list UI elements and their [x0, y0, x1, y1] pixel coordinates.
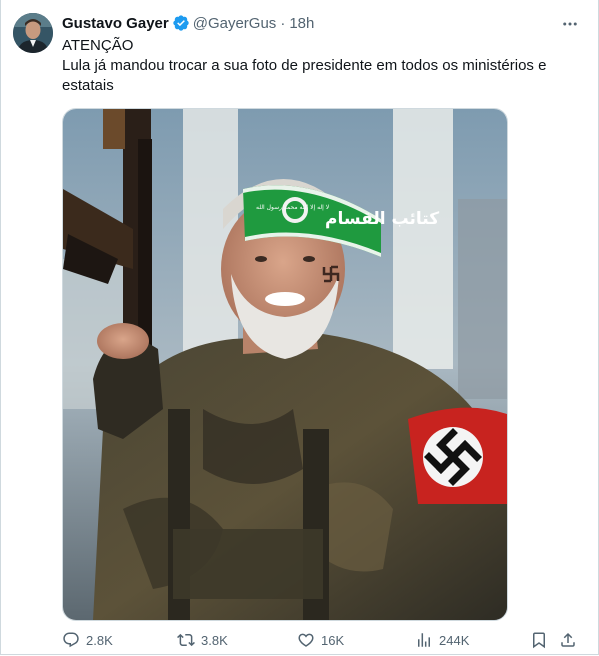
repost-button[interactable]: 3.8K [177, 627, 228, 653]
heart-icon [298, 633, 314, 647]
post-text-line: ATENÇÃO [62, 37, 134, 54]
post-text-line: estatais [62, 77, 114, 94]
headband-small-text: لا إله إلا الله محمد رسول الله [256, 204, 329, 211]
reply-count: 2.8K [86, 632, 113, 648]
post-header: Gustavo Gayer @GayerGus · 18h [62, 12, 314, 34]
views-chart-icon [418, 633, 430, 647]
post-image[interactable]: كتائب القسام لا إله إلا الله محمد رسول ا… [62, 108, 508, 621]
avatar[interactable] [13, 13, 53, 53]
like-count: 16K [321, 632, 345, 648]
repost-count: 3.8K [201, 632, 228, 648]
bookmark-icon [533, 632, 545, 649]
post-text: ATENÇÃO Lula já mandou trocar a sua foto… [62, 36, 562, 96]
reply-button[interactable]: 2.8K [62, 627, 113, 653]
separator-dot: · [280, 14, 286, 32]
like-button[interactable]: 16K [297, 627, 344, 653]
author-name[interactable]: Gustavo Gayer [62, 15, 169, 32]
headband-text: كتائب القسام [325, 209, 439, 229]
verified-badge-icon [173, 15, 189, 31]
post-text-line: Lula já mandou trocar a sua foto de pres… [62, 57, 547, 74]
more-options-icon[interactable] [560, 14, 580, 34]
repost-icon [177, 633, 195, 647]
views-button[interactable]: 244K [415, 627, 469, 653]
bookmark-button[interactable] [530, 627, 554, 653]
author-handle[interactable]: @GayerGus [193, 15, 277, 32]
share-button[interactable] [559, 627, 583, 653]
views-count: 244K [439, 632, 470, 648]
post-time[interactable]: 18h [289, 15, 314, 32]
reply-icon [63, 632, 79, 648]
share-icon [561, 632, 575, 647]
action-bar: 2.8K 3.8K 16K 244K [62, 627, 582, 653]
